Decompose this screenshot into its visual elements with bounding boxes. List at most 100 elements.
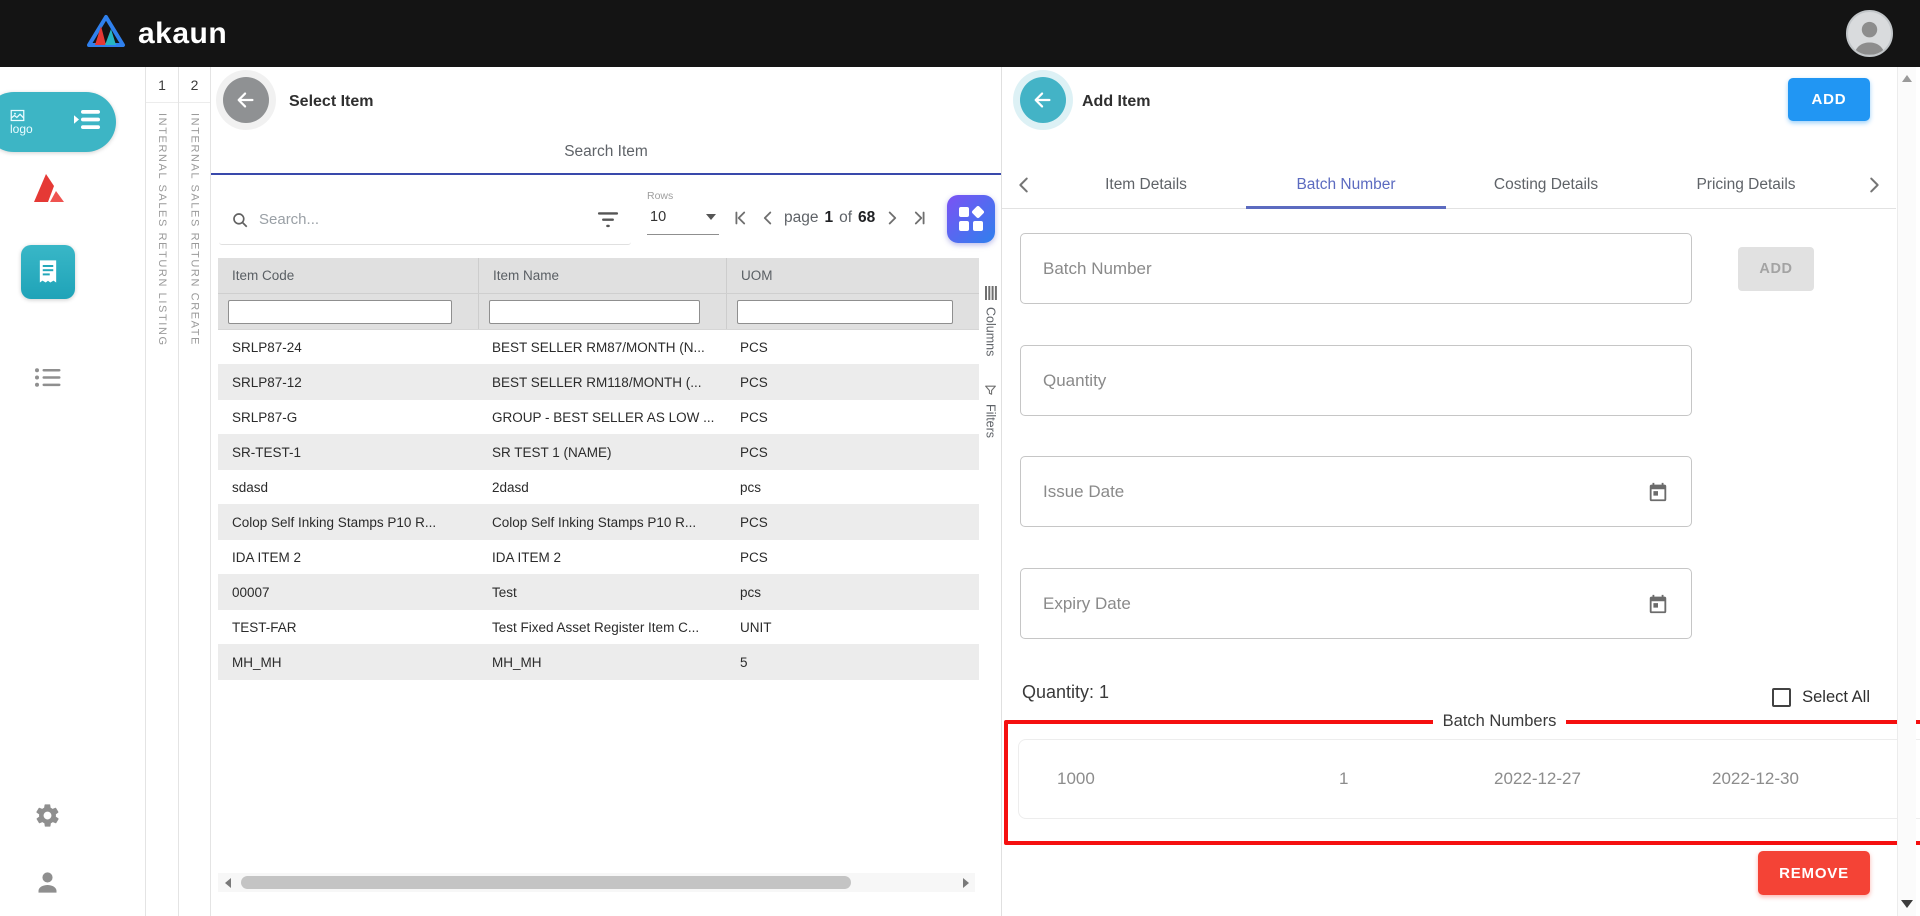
quantity-field[interactable]: Quantity <box>1020 345 1692 416</box>
filters-tool[interactable]: Filters <box>979 356 1002 438</box>
sidebar-menu-pill[interactable]: logo <box>0 92 116 152</box>
vertical-scrollbar[interactable] <box>1897 67 1916 916</box>
search-icon <box>231 211 249 229</box>
sidebar-item-sales-applet[interactable] <box>0 245 95 299</box>
table-row[interactable]: SRLP87-24 BEST SELLER RM87/MONTH (N... P… <box>218 330 979 365</box>
table-row[interactable]: SRLP87-12 BEST SELLER RM118/MONTH (... P… <box>218 365 979 400</box>
table-row[interactable]: TEST-FAR Test Fixed Asset Register Item … <box>218 610 979 645</box>
select-item-back-button[interactable] <box>223 77 269 123</box>
workspace-tab-listing[interactable]: 1 INTERNAL SALES RETURN LISTING <box>145 67 178 916</box>
tab-search-item[interactable]: Search Item <box>211 143 1001 161</box>
tab-item-details[interactable]: Item Details <box>1046 161 1246 208</box>
tab-costing-details[interactable]: Costing Details <box>1446 161 1646 208</box>
filter-list-icon[interactable] <box>597 211 619 229</box>
search-input[interactable] <box>259 211 597 228</box>
item-name-filter-input[interactable] <box>489 300 700 324</box>
table-row[interactable]: IDA ITEM 2 IDA ITEM 2 PCS <box>218 540 979 575</box>
funnel-icon <box>984 384 997 397</box>
page-word: page <box>784 209 818 227</box>
add-item-submit-button[interactable]: ADD <box>1788 78 1870 121</box>
filters-tool-label: Filters <box>984 404 998 438</box>
tab-batch-number[interactable]: Batch Number <box>1246 161 1446 208</box>
scrollbar-track[interactable] <box>237 873 956 892</box>
select-all-label: Select All <box>1802 688 1870 707</box>
back-arrow-icon <box>235 89 257 111</box>
broken-image-icon <box>10 109 25 122</box>
table-header-row: Item Code Item Name UOM <box>218 258 979 294</box>
last-page-button[interactable] <box>905 204 932 232</box>
sidebar-item-listing[interactable] <box>0 309 95 388</box>
first-page-icon <box>730 207 752 229</box>
calendar-icon[interactable] <box>1647 593 1669 615</box>
column-header-uom[interactable]: UOM <box>726 258 979 293</box>
select-all-control[interactable]: Select All <box>1772 688 1870 707</box>
table-row[interactable]: sdasd 2dasd pcs <box>218 470 979 505</box>
cell-uom: PCS <box>726 365 979 399</box>
column-header-item-name[interactable]: Item Name <box>478 258 726 293</box>
batch-number-field[interactable]: Batch Number <box>1020 233 1692 304</box>
table-row[interactable]: 00007 Test pcs <box>218 575 979 610</box>
expiry-date-field[interactable]: Expiry Date <box>1020 568 1692 639</box>
workspace-tab-strip: 1 INTERNAL SALES RETURN LISTING 2 INTERN… <box>145 67 211 916</box>
menu-icon[interactable] <box>74 109 101 135</box>
scrollbar-thumb[interactable] <box>241 876 851 889</box>
table-side-tools: Columns Filters <box>979 258 1002 678</box>
tab-pricing-details[interactable]: Pricing Details <box>1646 161 1846 208</box>
batch-row[interactable]: 1000 1 2022-12-27 2022-12-30 <box>1018 739 1920 819</box>
last-page-icon <box>908 207 930 229</box>
scroll-up-arrow[interactable] <box>1898 75 1916 82</box>
item-table-body: SRLP87-24 BEST SELLER RM87/MONTH (N... P… <box>218 330 979 680</box>
rows-per-page-value: 10 <box>650 209 666 225</box>
table-row[interactable]: SRLP87-G GROUP - BEST SELLER AS LOW ... … <box>218 400 979 435</box>
item-code-filter-input[interactable] <box>228 300 452 324</box>
uom-filter-input[interactable] <box>737 300 953 324</box>
rows-per-page-select[interactable]: 10 <box>647 202 719 235</box>
scroll-right-arrow[interactable] <box>956 873 975 892</box>
add-item-back-button[interactable] <box>1020 77 1066 123</box>
sidebar-item-profile[interactable] <box>0 869 95 896</box>
cell-item-name: SR TEST 1 (NAME) <box>478 435 726 469</box>
rows-per-page: Rows 10 <box>647 190 719 235</box>
triangle-logo-icon <box>86 14 126 53</box>
first-page-button[interactable] <box>727 204 754 232</box>
calendar-icon[interactable] <box>1647 481 1669 503</box>
issue-date-field[interactable]: Issue Date <box>1020 456 1692 527</box>
tabs-scroll-right-button[interactable] <box>1852 174 1896 196</box>
sidebar-item-settings[interactable] <box>0 802 95 829</box>
batch-numbers-legend: Batch Numbers <box>1433 712 1567 731</box>
next-page-button[interactable] <box>878 204 905 232</box>
select-all-checkbox[interactable] <box>1772 688 1791 707</box>
chevron-left-icon <box>757 207 779 229</box>
brand-name: akaun <box>138 17 227 51</box>
person-icon <box>1848 15 1891 55</box>
caret-down-icon <box>706 214 716 220</box>
table-row[interactable]: SR-TEST-1 SR TEST 1 (NAME) PCS <box>218 435 979 470</box>
app-sidebar: logo <box>0 67 95 916</box>
scroll-left-arrow[interactable] <box>218 873 237 892</box>
search-item-tab-underline <box>211 173 1001 175</box>
receipt-icon <box>34 258 62 286</box>
broken-logo-placeholder: logo <box>10 109 33 135</box>
column-header-item-code[interactable]: Item Code <box>218 258 478 293</box>
tabs-scroll-left-button[interactable] <box>1002 174 1046 196</box>
workspace-tab-number: 1 <box>146 67 178 103</box>
columns-tool-label: Columns <box>984 307 998 356</box>
brand-logo: akaun <box>86 14 227 53</box>
apps-grid-button[interactable] <box>947 195 995 243</box>
columns-tool[interactable]: Columns <box>979 258 1002 356</box>
workspace-tab-create[interactable]: 2 INTERNAL SALES RETURN CREATE <box>178 67 211 916</box>
table-row[interactable]: Colop Self Inking Stamps P10 R... Colop … <box>218 505 979 540</box>
user-avatar[interactable] <box>1846 10 1893 57</box>
cell-uom: pcs <box>726 470 979 504</box>
back-arrow-icon <box>1032 89 1054 111</box>
current-page-number: 1 <box>824 209 833 227</box>
table-row[interactable]: MH_MH MH_MH 5 <box>218 645 979 680</box>
cell-item-name: MH_MH <box>478 645 726 679</box>
sidebar-item-pos-app[interactable] <box>0 171 95 206</box>
cell-item-name: BEST SELLER RM87/MONTH (N... <box>478 330 726 364</box>
user-icon <box>34 869 61 896</box>
remove-button[interactable]: REMOVE <box>1758 851 1870 895</box>
scroll-down-arrow[interactable] <box>1898 900 1916 908</box>
batch-add-button[interactable]: ADD <box>1738 247 1814 291</box>
previous-page-button[interactable] <box>754 204 781 232</box>
